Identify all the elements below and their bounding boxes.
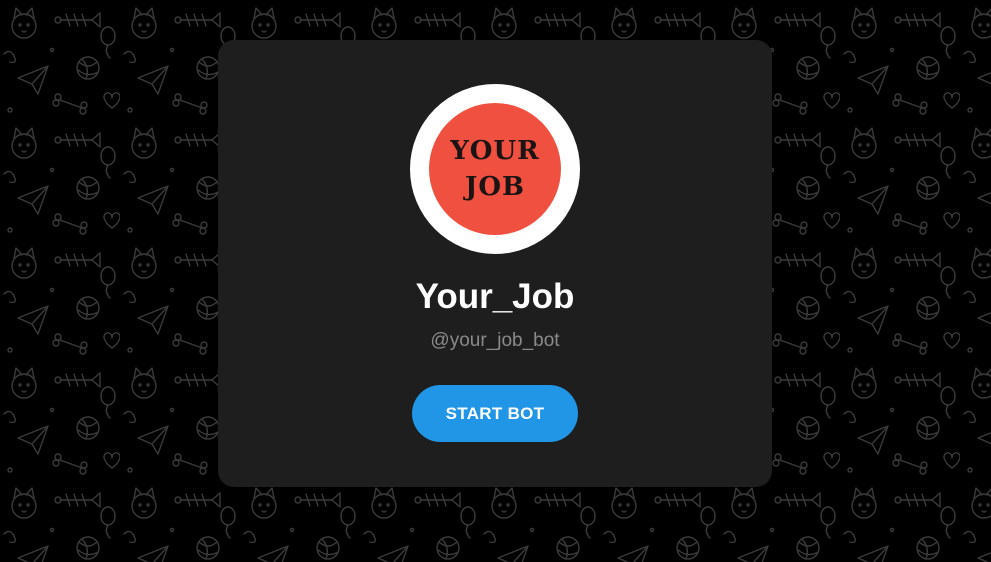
bot-username: @your_job_bot (430, 330, 560, 351)
bot-name: Your_Job (415, 277, 575, 316)
avatar-logo-line2: JOB (465, 172, 525, 202)
bot-card: YOUR JOB Your_Job @your_job_bot START BO… (218, 40, 772, 487)
avatar-logo-line1: YOUR (450, 136, 540, 166)
start-bot-button[interactable]: START BOT (412, 385, 578, 442)
avatar-logo: YOUR JOB (429, 103, 561, 235)
bot-avatar: YOUR JOB (410, 84, 580, 254)
